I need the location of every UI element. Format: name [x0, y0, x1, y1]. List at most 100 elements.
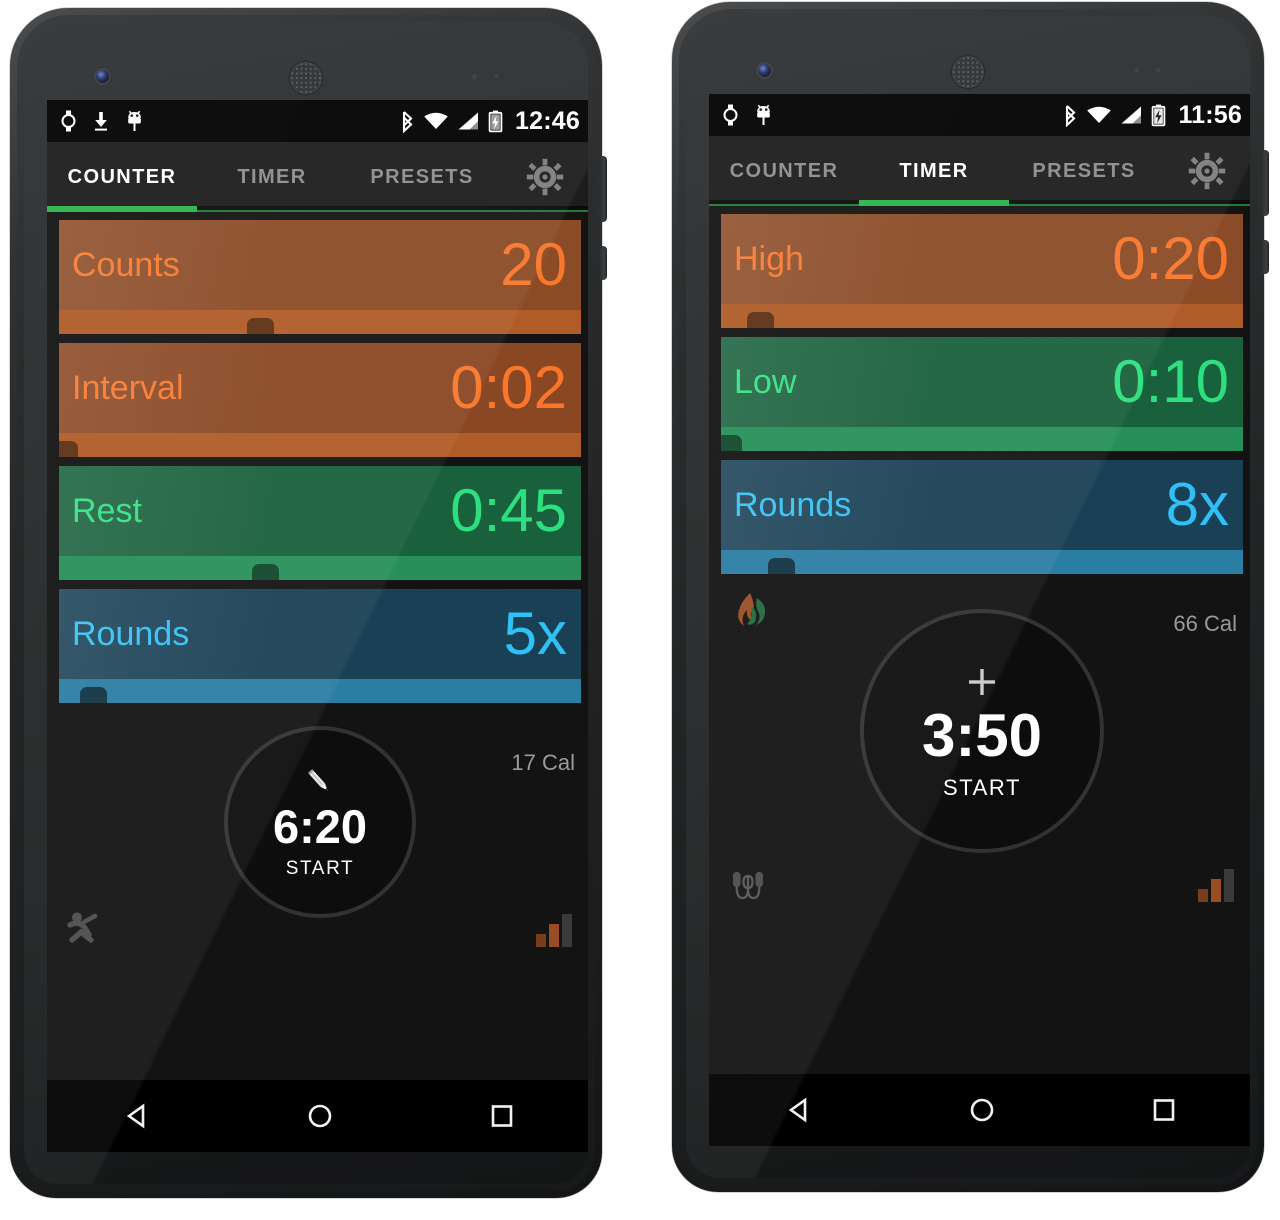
recents-icon[interactable] [1146, 1092, 1182, 1128]
proximity-sensor-icon [471, 74, 479, 81]
tab-counter[interactable]: COUNTER [47, 142, 197, 212]
setting-row-low[interactable]: Low 0:10 [721, 337, 1243, 451]
phone-screen: 11:56 COUNTER TIMER PRESETS High 0:20 Lo… [709, 94, 1250, 1074]
tab-counter[interactable]: COUNTER [709, 136, 859, 206]
row-value: 0:45 [450, 477, 567, 544]
row-value: 0:10 [1112, 348, 1229, 415]
setting-row-rounds[interactable]: Rounds 8x [721, 460, 1243, 574]
volume-button[interactable] [1262, 240, 1269, 274]
slider-track-low[interactable] [721, 427, 1243, 451]
row-label: Low [734, 362, 797, 401]
slider-thumb-low[interactable] [721, 435, 742, 451]
tab-presets[interactable]: PRESETS [347, 142, 497, 212]
phone-chin [47, 1152, 588, 1174]
android-navigation-bar [709, 1074, 1250, 1146]
bar-chart-icon[interactable] [1195, 864, 1237, 909]
android-bug-icon [757, 104, 770, 125]
phone-front-face: 12:46 COUNTER TIMER PRESETS Counts 20 In… [24, 22, 588, 1184]
tab-timer[interactable]: TIMER [197, 142, 347, 212]
light-sensor-icon [494, 74, 500, 80]
calorie-estimate: 66 Cal [1173, 611, 1237, 636]
front-camera-icon [96, 70, 109, 83]
slider-track-counts[interactable] [59, 310, 581, 334]
bar-chart-icon[interactable] [533, 909, 575, 954]
phone-device-timer: 11:56 COUNTER TIMER PRESETS High 0:20 Lo… [672, 2, 1269, 1192]
setting-row-counts[interactable]: Counts 20 [59, 220, 581, 334]
status-bar: 12:46 [47, 100, 588, 142]
phone-sensor-area [686, 16, 1250, 94]
start-timer-button[interactable]: 3:50 START [860, 609, 1104, 853]
phone-screen: 12:46 COUNTER TIMER PRESETS Counts 20 In… [47, 100, 588, 1080]
setting-row-rounds[interactable]: Rounds 5x [59, 589, 581, 703]
tab-presets[interactable]: PRESETS [1009, 136, 1159, 206]
setting-row-interval[interactable]: Interval 0:02 [59, 343, 581, 457]
start-label: START [942, 774, 1022, 800]
power-button[interactable] [1262, 150, 1269, 216]
row-value: 8x [1165, 471, 1229, 538]
counter-content: Counts 20 Interval 0:02 Rest 0:45 Rounds… [47, 212, 588, 1080]
slider-track-high[interactable] [721, 304, 1243, 328]
proximity-sensor-icon [1133, 68, 1141, 75]
tab-bar: COUNTER TIMER PRESETS [47, 142, 588, 212]
row-label: Counts [72, 245, 180, 284]
back-icon[interactable] [782, 1092, 818, 1128]
gear-icon [1188, 152, 1226, 190]
timer-zone: 66 Cal 3:50 START [721, 583, 1243, 923]
earpiece-speaker-icon [290, 62, 322, 94]
slider-thumb-rounds[interactable] [767, 558, 795, 574]
status-bar-notifications [60, 110, 144, 132]
volume-button[interactable] [600, 246, 607, 280]
status-bar-system-icons: 11:56 [1063, 101, 1242, 130]
slider-track-rounds[interactable] [721, 550, 1243, 574]
settings-button[interactable] [497, 158, 588, 196]
slider-track-interval[interactable] [59, 433, 581, 457]
slider-thumb-high[interactable] [747, 312, 775, 328]
setting-row-rest[interactable]: Rest 0:45 [59, 466, 581, 580]
tab-timer[interactable]: TIMER [859, 136, 1009, 206]
phone-sensor-area [24, 22, 588, 100]
slider-thumb-rounds[interactable] [79, 687, 107, 703]
plus-icon[interactable] [962, 662, 1002, 702]
android-bug-icon [128, 110, 141, 131]
bluetooth-icon [1066, 104, 1076, 127]
phone-chin [709, 1146, 1250, 1168]
phone-front-face: 11:56 COUNTER TIMER PRESETS High 0:20 Lo… [686, 16, 1250, 1178]
jump-rope-icon[interactable] [727, 864, 769, 909]
slider-thumb-interval[interactable] [59, 441, 78, 457]
home-icon[interactable] [302, 1098, 338, 1134]
wifi-icon [424, 112, 448, 129]
front-camera-icon [758, 64, 771, 77]
setting-row-high[interactable]: High 0:20 [721, 214, 1243, 328]
screenshot-stage: 12:46 COUNTER TIMER PRESETS Counts 20 In… [0, 0, 1280, 1220]
light-sensor-icon [1156, 68, 1162, 74]
slider-thumb-rest[interactable] [252, 564, 280, 580]
row-label: High [734, 239, 804, 278]
home-icon[interactable] [964, 1092, 1000, 1128]
back-icon[interactable] [120, 1098, 156, 1134]
settings-button[interactable] [1159, 152, 1250, 190]
slider-thumb-counts[interactable] [246, 318, 274, 334]
phone-device-counter: 12:46 COUNTER TIMER PRESETS Counts 20 In… [10, 8, 607, 1198]
gear-icon [526, 158, 564, 196]
earpiece-speaker-icon [952, 56, 984, 88]
watch-icon [61, 110, 76, 132]
status-bar-clock: 12:46 [515, 106, 580, 135]
start-label: START [285, 857, 355, 879]
battery-charging-icon [488, 110, 503, 132]
start-timer-button[interactable]: 6:20 START [224, 726, 416, 918]
row-value: 5x [503, 600, 567, 667]
slider-track-rounds[interactable] [59, 679, 581, 703]
recents-icon[interactable] [484, 1098, 520, 1134]
status-bar: 11:56 [709, 94, 1250, 136]
watch-icon [723, 104, 738, 126]
row-value: 0:20 [1112, 225, 1229, 292]
slider-track-rest[interactable] [59, 556, 581, 580]
row-label: Rounds [734, 485, 852, 524]
pencil-edit-icon[interactable] [303, 765, 337, 799]
power-button[interactable] [600, 156, 607, 222]
flame-icon[interactable] [731, 591, 769, 636]
row-label: Interval [72, 368, 184, 407]
row-value: 0:02 [450, 354, 567, 421]
status-bar-clock: 11:56 [1178, 100, 1242, 129]
situp-exercise-icon[interactable] [65, 909, 107, 954]
